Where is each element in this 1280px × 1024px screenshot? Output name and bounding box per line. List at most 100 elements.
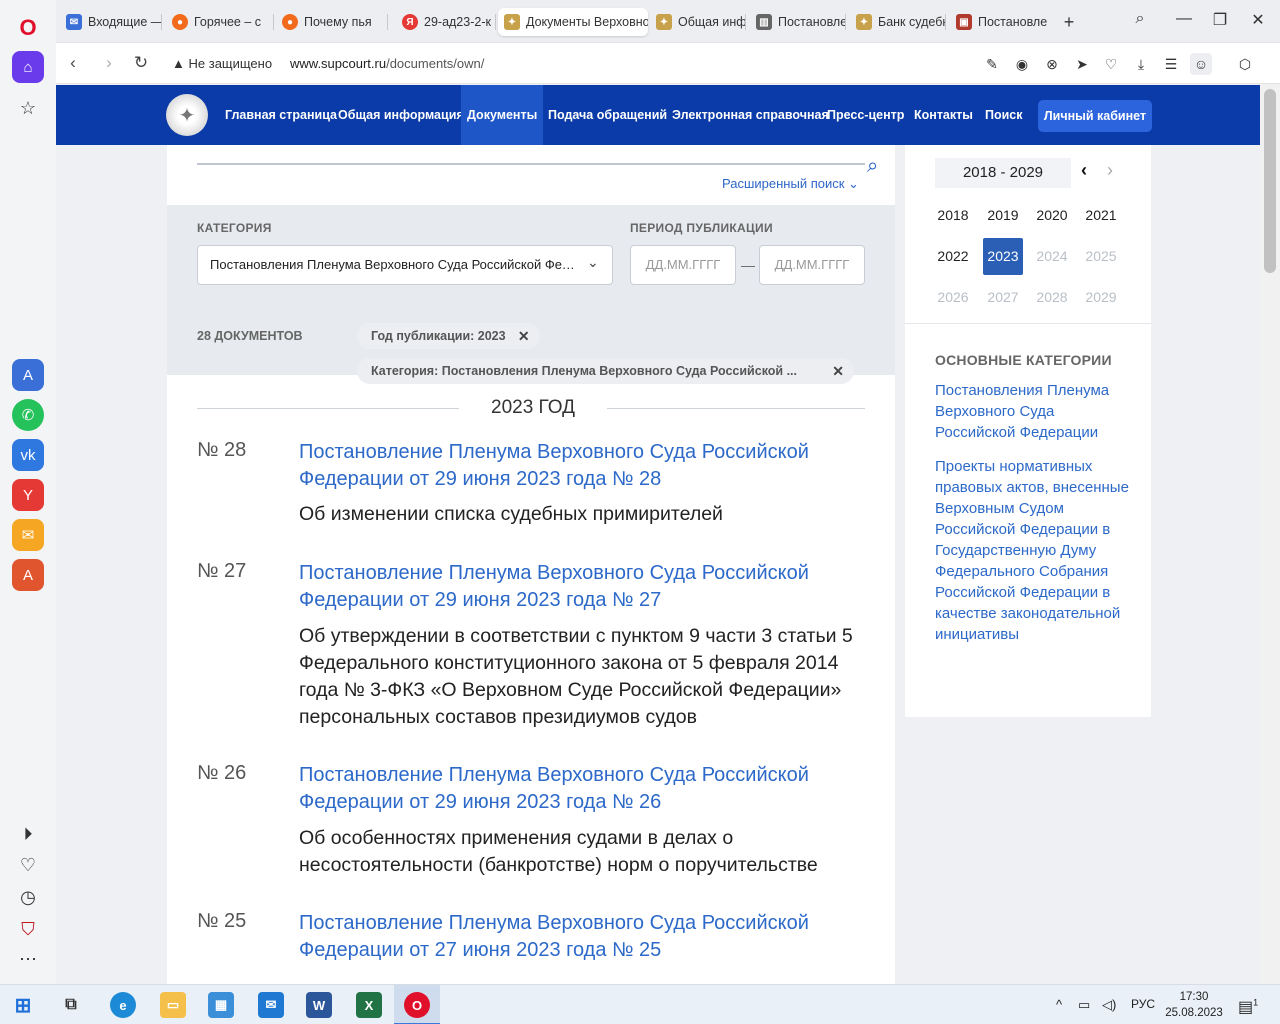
send-icon[interactable]: ➤	[1071, 53, 1093, 75]
history-icon[interactable]: ◷	[12, 881, 44, 913]
page-scrollbar[interactable]	[1260, 85, 1280, 984]
document-title-link[interactable]: Постановление Пленума Верховного Суда Ро…	[299, 439, 865, 493]
language-indicator[interactable]: РУС	[1131, 997, 1155, 1011]
vk-icon[interactable]: vk	[12, 439, 44, 471]
back-icon[interactable]: ‹	[62, 53, 84, 73]
extensions-icon[interactable]: ⬡	[1234, 53, 1256, 75]
search-tabs-icon[interactable]: ⌕	[1128, 10, 1152, 28]
document-number: № 28	[197, 439, 247, 461]
opera-logo-icon[interactable]: O	[12, 12, 44, 44]
address-bar: ‹ › ↻ ▲ Не защищено www.supcourt.ru/docu…	[56, 42, 1280, 84]
filter-chip-category[interactable]: Категория: Постановления Пленума Верховн…	[357, 358, 854, 384]
url-field[interactable]: www.supcourt.ru/documents/own/	[290, 56, 484, 71]
document-title-link[interactable]: Постановление Пленума Верховного Суда Ро…	[299, 762, 865, 816]
tab[interactable]: ▣ Постановле	[950, 8, 1050, 36]
camera-icon[interactable]: ◉	[1011, 53, 1033, 75]
document-title-link[interactable]: Постановление Пленума Верховного Суда Ро…	[299, 910, 865, 964]
reload-icon[interactable]: ↻	[130, 53, 152, 73]
close-icon[interactable]: ✕	[518, 323, 530, 349]
year-2019[interactable]: 2019	[983, 197, 1023, 234]
date-to-input[interactable]: ДД.ММ.ГГГГ	[759, 245, 865, 285]
court-emblem-icon[interactable]: ✦	[166, 94, 208, 136]
year-2023[interactable]: 2023	[983, 238, 1023, 275]
year-2021[interactable]: 2021	[1081, 197, 1121, 234]
nav-search[interactable]: Поиск	[985, 85, 1023, 145]
chip-label: Категория: Постановления Пленума Верховн…	[371, 364, 798, 378]
volume-icon[interactable]: ◁)	[1102, 997, 1116, 1013]
nav-reference[interactable]: Электронная справочная	[672, 85, 829, 145]
nav-general-info[interactable]: Общая информация	[338, 85, 464, 145]
year-2018[interactable]: 2018	[933, 197, 973, 234]
nav-appeals[interactable]: Подача обращений	[548, 85, 667, 145]
new-tab-button[interactable]: +	[1056, 8, 1082, 36]
nav-contacts[interactable]: Контакты	[914, 85, 973, 145]
year-2020[interactable]: 2020	[1032, 197, 1072, 234]
category-link[interactable]: Проекты нормативных правовых актов, внес…	[935, 456, 1131, 645]
advanced-search-link[interactable]: Расширенный поиск ⌄	[722, 176, 859, 192]
filter-chip-year[interactable]: Год публикации: 2023 ✕	[357, 323, 540, 349]
player-icon[interactable]: ⏵	[12, 818, 44, 850]
yandex-icon[interactable]: Y	[12, 479, 44, 511]
tab[interactable]: ✦ Банк судебн	[850, 8, 946, 36]
chevron-left-icon[interactable]: ‹	[1081, 160, 1087, 181]
search-input[interactable]: ⌕	[197, 155, 878, 177]
whatsapp-icon[interactable]: ✆	[12, 399, 44, 431]
home-icon[interactable]: ⌂	[12, 51, 44, 83]
tray-expand-icon[interactable]: ^	[1056, 997, 1062, 1012]
download-icon[interactable]: ⤓	[1130, 53, 1152, 75]
security-warning[interactable]: ▲ Не защищено	[172, 56, 272, 71]
tab[interactable]: ● Почему пья	[276, 8, 388, 36]
close-icon[interactable]: ✕	[1246, 10, 1270, 30]
adblock-icon[interactable]: ⊗	[1041, 53, 1063, 75]
tab-active[interactable]: ✦ Документы Верховно	[498, 8, 648, 36]
mail-app-icon[interactable]: ✉	[258, 992, 284, 1018]
word-icon[interactable]: W	[306, 992, 332, 1018]
period-label: ПЕРИОД ПУБЛИКАЦИИ	[630, 221, 773, 235]
nav-documents[interactable]: Документы	[461, 85, 544, 145]
speed-dial-icon[interactable]: ☆	[12, 92, 44, 124]
personal-cabinet-button[interactable]: Личный кабинет	[1038, 100, 1152, 132]
edge-icon[interactable]: e	[110, 992, 136, 1018]
chevron-right-icon[interactable]: ›	[1107, 160, 1113, 181]
restore-icon[interactable]: ❐	[1208, 10, 1232, 30]
scrollbar-thumb[interactable]	[1264, 89, 1276, 273]
tab[interactable]: ✦ Общая инфо	[650, 8, 746, 36]
profile-icon[interactable]: ☺	[1190, 53, 1212, 75]
explorer-icon[interactable]: ▭	[160, 992, 186, 1018]
search-icon[interactable]: ⌕	[867, 155, 878, 178]
year-2022[interactable]: 2022	[933, 238, 973, 275]
more-icon[interactable]: ⋯	[12, 943, 44, 975]
tab[interactable]: ▥ Постановле	[750, 8, 846, 36]
date-from-input[interactable]: ДД.ММ.ГГГГ	[630, 245, 736, 285]
nav-home[interactable]: Главная страница	[225, 85, 337, 145]
network-icon[interactable]: ▭	[1078, 997, 1090, 1013]
translate-icon[interactable]: A	[12, 559, 44, 591]
document-item: № 27 Постановление Пленума Верховного Су…	[197, 560, 865, 740]
category-link[interactable]: Постановления Пленума Верховного Суда Ро…	[935, 380, 1131, 443]
forward-icon[interactable]: ›	[98, 53, 120, 73]
clock[interactable]: 17:30 25.08.2023	[1160, 989, 1228, 1021]
category-select[interactable]: Постановления Пленума Верховного Суда Ро…	[197, 245, 613, 285]
mail-icon[interactable]: ✉	[12, 519, 44, 551]
document-number: № 26	[197, 762, 247, 784]
document-title-link[interactable]: Постановление Пленума Верховного Суда Ро…	[299, 560, 865, 614]
tab[interactable]: ✉ Входящие —	[60, 8, 162, 36]
tab[interactable]: ● Горячее – с	[166, 8, 274, 36]
aria-icon[interactable]: A	[12, 359, 44, 391]
nav-press-center[interactable]: Пресс-центр	[827, 85, 904, 145]
excel-icon[interactable]: X	[356, 992, 382, 1018]
task-view-icon[interactable]: ⧉	[58, 992, 84, 1018]
easy-setup-icon[interactable]: ☰	[1160, 53, 1182, 75]
store-icon[interactable]: ▦	[208, 992, 234, 1018]
heart-icon[interactable]: ♡	[1100, 53, 1122, 75]
opera-icon[interactable]: O	[404, 992, 430, 1018]
tab[interactable]: Я 29-ад23-2-к	[396, 8, 496, 36]
ublock-icon[interactable]: ⛉	[12, 913, 44, 945]
heart-icon[interactable]: ♡	[12, 849, 44, 881]
close-icon[interactable]: ✕	[832, 358, 844, 384]
notifications-icon[interactable]: ▤1	[1238, 997, 1258, 1017]
windows-start-icon[interactable]: ⊞	[10, 992, 36, 1018]
minimize-icon[interactable]: —	[1172, 10, 1196, 28]
clock-date: 25.08.2023	[1165, 1007, 1223, 1019]
edit-icon[interactable]: ✎	[981, 53, 1003, 75]
